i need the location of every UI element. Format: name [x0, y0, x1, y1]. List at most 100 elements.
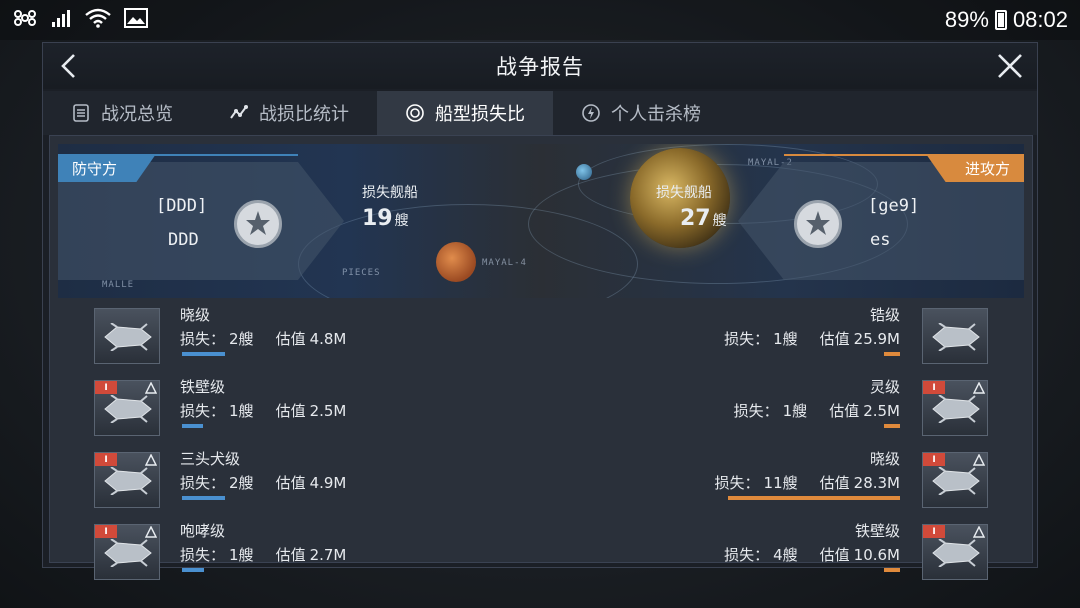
loss-label: 损失：	[724, 546, 770, 564]
value-stat: 估值 28.3M	[820, 472, 900, 493]
ship-thumbnail[interactable]: I	[922, 452, 988, 508]
defender-loss-unit: 艘	[394, 213, 409, 229]
planet	[436, 242, 476, 282]
tab-label: 船型损失比	[435, 104, 525, 125]
value-stat: 估值 25.9M	[820, 328, 900, 349]
status-icons-right: 89% 08:02	[945, 7, 1068, 33]
ship-stats: 损失： 11艘 估值 28.3M	[715, 472, 900, 493]
ship-icon	[932, 395, 980, 423]
ship-thumbnail[interactable]	[922, 308, 988, 364]
attacker-loss-unit: 艘	[712, 213, 727, 229]
attacker-loss-count: 27 艘	[656, 206, 727, 231]
star-rank-icon	[246, 211, 270, 235]
ship-name: 锆级	[869, 306, 900, 324]
value-label: 估值	[819, 474, 850, 492]
tab-kill-ranking[interactable]: 个人击杀榜	[553, 91, 729, 135]
defender-loss-count: 19 艘	[362, 206, 418, 231]
tab-ship-type-loss[interactable]: 船型损失比	[377, 91, 553, 135]
value-label: 估值	[829, 402, 860, 420]
ship-stats: 损失： 1艘 估值 25.9M	[724, 328, 900, 349]
tier-badge: I	[923, 381, 945, 394]
ship-name: 灵级	[869, 378, 900, 396]
lightning-icon	[582, 104, 600, 122]
trend-icon	[230, 105, 248, 119]
signal-icon	[50, 8, 72, 33]
attacker-loss-block: 损失舰船 27 艘	[656, 182, 727, 231]
value-amount: 10.6M	[853, 546, 900, 564]
loss-label: 损失：	[733, 402, 779, 420]
map-label: MAYAL-4	[482, 258, 527, 268]
attacker-ship-row[interactable]: I 铁壁级损失： 4艘 估值 10.6M	[50, 522, 1034, 592]
attacker-ship-row[interactable]: 锆级损失： 1艘 估值 25.9M	[50, 306, 1034, 376]
defender-loss-label: 损失舰船	[362, 185, 418, 201]
loss-label: 损失：	[714, 474, 760, 492]
loss-proportion-bar	[728, 496, 900, 500]
ship-name: 铁壁级	[854, 522, 900, 540]
loss-stat: 损失： 4艘	[724, 544, 798, 565]
star-rank-icon	[806, 211, 830, 235]
planet	[576, 164, 592, 180]
battery-percent: 89%	[944, 7, 989, 32]
tab-label: 战况总览	[101, 104, 173, 125]
map-label: MALLE	[102, 280, 135, 290]
network-icon	[12, 8, 38, 33]
value-stat: 估值 2.5M	[829, 400, 900, 421]
ship-stats: 损失： 1艘 估值 2.5M	[734, 400, 900, 421]
attacker-loss-label: 损失舰船	[656, 185, 712, 201]
tier-badge: I	[923, 525, 945, 538]
tab-bar: 战况总览 战损比统计 船型损失比 个人击杀榜	[43, 91, 1037, 135]
loss-proportion-bar	[884, 568, 900, 572]
defender-loss-block: 损失舰船 19 艘	[362, 182, 418, 231]
ship-icon	[932, 539, 980, 567]
loss-stat: 损失： 1艘	[724, 328, 798, 349]
ship-icon	[932, 467, 980, 495]
attacker-alliance-tag: [ge9]	[868, 196, 920, 216]
attacker-loss-number: 27	[680, 206, 711, 231]
defender-emblem[interactable]	[234, 200, 282, 248]
ship-thumbnail[interactable]: I	[922, 524, 988, 580]
loss-value: 1艘	[773, 330, 798, 348]
tab-label: 个人击杀榜	[611, 104, 701, 125]
defender-alliance-tag: [DDD]	[156, 196, 208, 216]
loss-value: 4艘	[773, 546, 798, 564]
war-report-panel: 战争报告 战况总览 战损比统计 船型损失比 个人击杀榜 MAYAL-4 MAYA…	[42, 42, 1038, 580]
attacker-emblem[interactable]	[794, 200, 842, 248]
value-stat: 估值 10.6M	[820, 544, 900, 565]
loss-stat: 损失： 1艘	[734, 400, 808, 421]
ship-thumbnail[interactable]: I	[922, 380, 988, 436]
value-label: 估值	[819, 546, 850, 564]
tab-loss-ratio-stats[interactable]: 战损比统计	[201, 91, 377, 135]
clock: 08:02	[1012, 7, 1068, 32]
value-label: 估值	[819, 330, 850, 348]
ship-stats: 损失： 4艘 估值 10.6M	[724, 544, 900, 565]
defender-name: DDD	[168, 230, 199, 250]
chevron-left-icon	[61, 54, 75, 78]
close-button[interactable]	[993, 49, 1027, 83]
attacker-ship-row[interactable]: I 晓级损失： 11艘 估值 28.3M	[50, 450, 1034, 520]
ship-name: 晓级	[869, 450, 900, 468]
ship-icon	[932, 323, 980, 351]
map-label: PIECES	[342, 268, 381, 278]
tab-label: 战损比统计	[259, 104, 349, 125]
report-icon	[73, 104, 89, 122]
back-button[interactable]	[53, 49, 87, 83]
loss-proportion-bar	[884, 424, 900, 428]
loss-stat: 损失： 11艘	[715, 472, 798, 493]
tier-badge: I	[923, 453, 945, 466]
loss-value: 11艘	[763, 474, 798, 492]
status-bar: 89% 08:02	[0, 0, 1080, 40]
wifi-icon	[84, 8, 112, 33]
image-icon	[124, 7, 148, 33]
status-icons-left	[12, 7, 148, 33]
close-icon	[998, 54, 1022, 78]
value-amount: 2.5M	[863, 402, 900, 420]
attacker-ship-row[interactable]: I 灵级 损失： 1艘 估值 2.5M	[50, 378, 1034, 448]
panel-header: 战争报告	[43, 43, 1037, 89]
ship-loss-content: MAYAL-4 MAYAL-2 PIECES MALLE 防守方 [DDD] D…	[49, 135, 1034, 580]
tab-overview[interactable]: 战况总览	[43, 91, 201, 135]
value-amount: 28.3M	[853, 474, 900, 492]
loss-label: 损失：	[724, 330, 770, 348]
battery-icon	[994, 10, 1007, 30]
target-icon	[406, 104, 424, 122]
attacker-name: es	[870, 230, 891, 250]
